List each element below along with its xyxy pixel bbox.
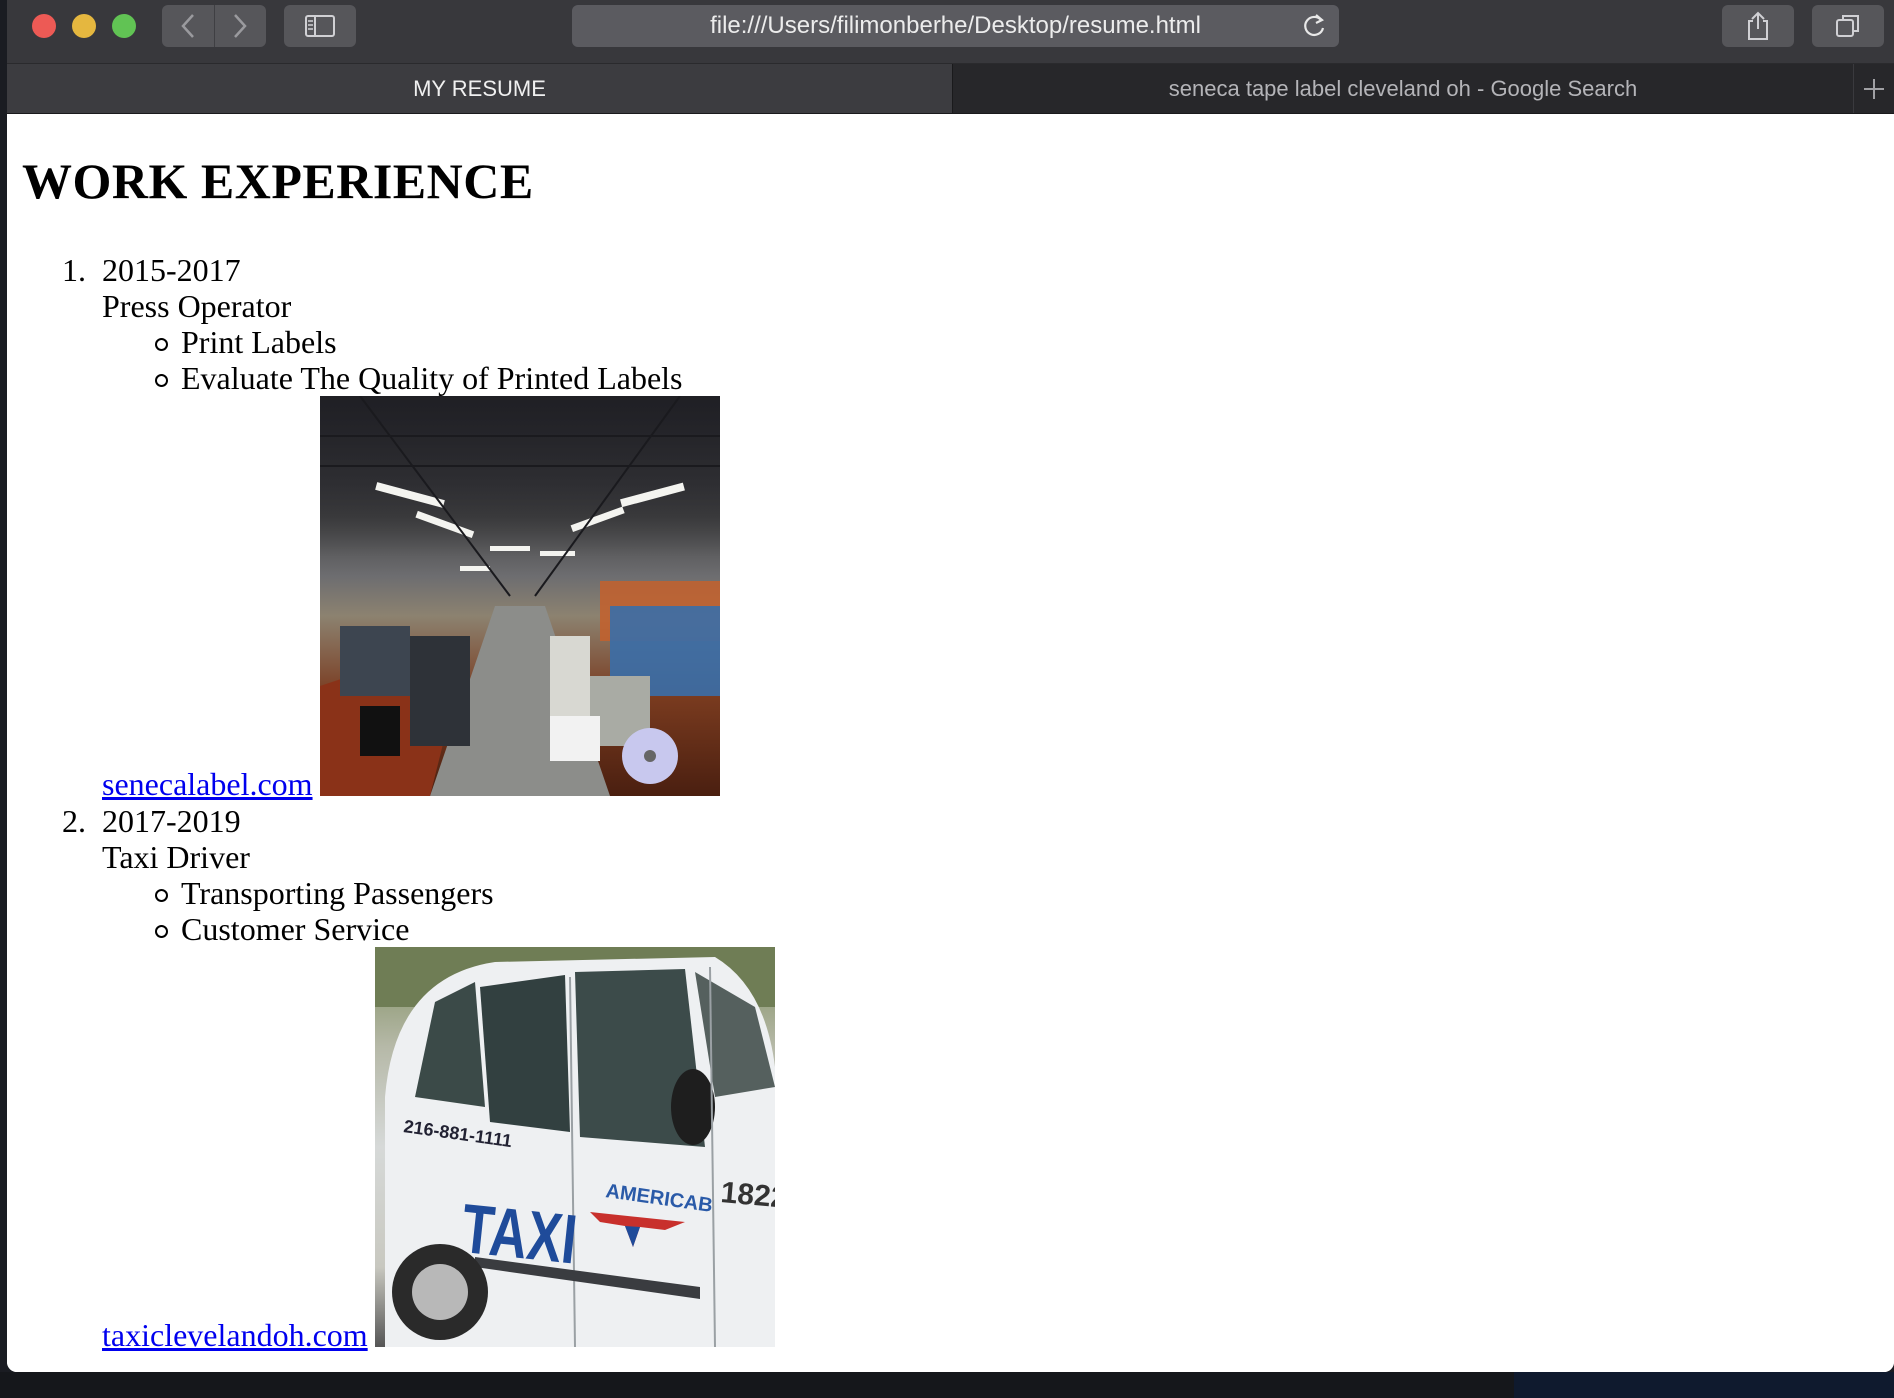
tab-bar: MY RESUME seneca tape label cleveland oh…: [7, 64, 1894, 114]
list-bullet: [155, 889, 168, 902]
factory-photo: [320, 396, 720, 796]
desktop-dock-area: [1514, 1372, 1894, 1398]
plus-icon: [1864, 78, 1884, 99]
company-link[interactable]: taxiclevelandoh.com: [102, 1317, 368, 1353]
tab-label: MY RESUME: [413, 75, 546, 101]
share-button[interactable]: [1722, 5, 1794, 47]
reload-icon[interactable]: [1299, 11, 1329, 41]
taxi-image: 216-881-1111 TAXI AMERICAB 1822: [375, 947, 775, 1347]
job-period: 2015-2017: [102, 252, 241, 288]
back-button[interactable]: [162, 5, 214, 47]
taxi-sign-text: TAXI: [458, 1190, 581, 1280]
tab-label: seneca tape label cleveland oh - Google …: [1168, 75, 1638, 101]
forward-button[interactable]: [213, 5, 267, 47]
sidebar-toggle-button[interactable]: [284, 5, 356, 47]
taxi-photo: 216-881-1111 TAXI AMERICAB 1822: [375, 947, 775, 1347]
browser-window: file:///Users/filimonberhe/Desktop/resum…: [7, 0, 1894, 1372]
list-bullet: [155, 925, 168, 938]
factory-image: [320, 396, 720, 796]
tabs-overview-icon: [1836, 15, 1859, 37]
address-bar[interactable]: file:///Users/filimonberhe/Desktop/resum…: [572, 5, 1339, 47]
tab-google-search[interactable]: seneca tape label cleveland oh - Google …: [953, 64, 1854, 113]
list-bullet: [155, 374, 168, 387]
share-icon: [1748, 11, 1768, 40]
job-duty: Transporting Passengers: [181, 875, 494, 911]
page-heading: WORK EXPERIENCE: [22, 153, 534, 209]
job-role: Press Operator: [102, 288, 292, 324]
sidebar-icon: [305, 15, 335, 37]
chevron-left-icon: [181, 14, 194, 38]
job-duty: Print Labels: [181, 324, 337, 360]
new-tab-button[interactable]: [1854, 64, 1894, 113]
chevron-right-icon: [234, 14, 247, 38]
zoom-window-button[interactable]: [112, 14, 136, 38]
job-number: 1.: [62, 252, 86, 288]
tab-overview-button[interactable]: [1812, 5, 1884, 47]
taxi-number-text: 1822: [719, 1176, 775, 1215]
address-url: file:///Users/filimonberhe/Desktop/resum…: [710, 12, 1201, 39]
job-period: 2017-2019: [102, 803, 241, 839]
tab-my-resume[interactable]: MY RESUME: [7, 64, 953, 113]
job-number: 2.: [62, 803, 86, 839]
company-link[interactable]: senecalabel.com: [102, 766, 313, 802]
list-bullet: [155, 338, 168, 351]
job-duty: Evaluate The Quality of Printed Labels: [181, 360, 683, 396]
page-content: WORK EXPERIENCE 1. 2015-2017 Press Opera…: [7, 114, 1894, 1372]
minimize-window-button[interactable]: [72, 14, 96, 38]
close-window-button[interactable]: [32, 14, 56, 38]
history-navigation: [162, 5, 266, 47]
job-duty: Customer Service: [181, 911, 410, 947]
desktop-background: [0, 1372, 1894, 1398]
job-role: Taxi Driver: [102, 839, 250, 875]
browser-toolbar: file:///Users/filimonberhe/Desktop/resum…: [7, 0, 1894, 64]
